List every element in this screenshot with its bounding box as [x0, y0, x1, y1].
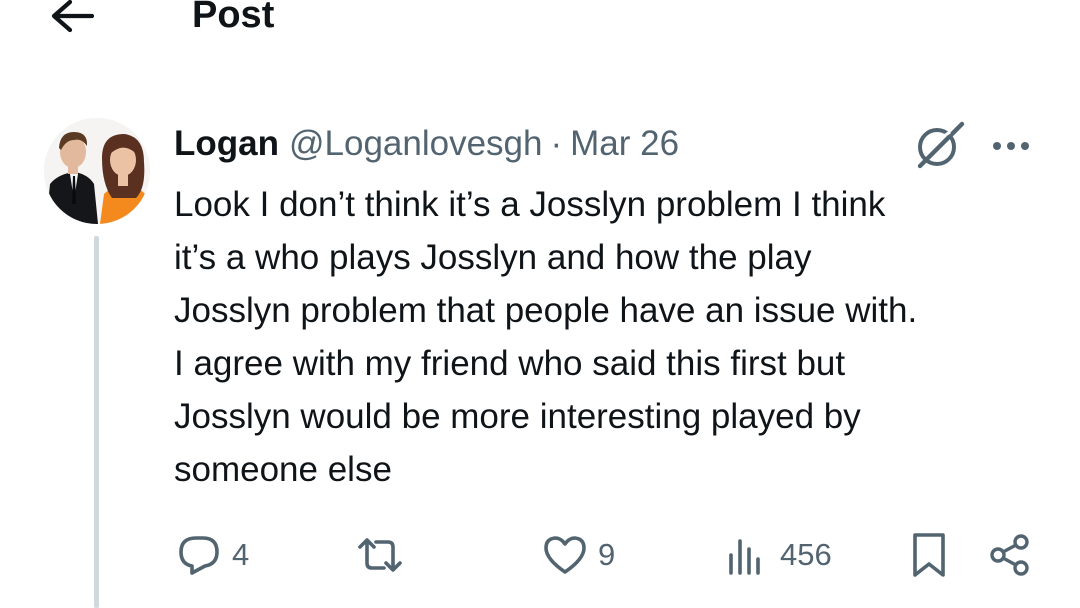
view-count: 456: [780, 537, 832, 572]
reply-count: 4: [232, 537, 250, 572]
views-button[interactable]: 456: [724, 530, 832, 580]
repost-button[interactable]: [354, 530, 416, 580]
post-text-line: someone else: [174, 450, 392, 489]
reply-button[interactable]: 4: [176, 530, 249, 580]
like-button[interactable]: 9: [542, 530, 615, 580]
post-header: Logan @Loganlovesgh · Mar 26: [174, 120, 679, 168]
thread-connector-line: [94, 236, 99, 608]
heart-icon: [544, 536, 586, 574]
like-count: 9: [598, 537, 616, 572]
post-text-line: it’s a who plays Josslyn and how the pla…: [174, 238, 812, 277]
author-name[interactable]: Logan: [174, 124, 279, 163]
repost-icon: [358, 538, 402, 572]
bookmark-icon: [913, 533, 945, 577]
post-text-line: Look I don’t think it’s a Josslyn proble…: [174, 185, 886, 224]
more-horizontal-icon: [993, 142, 1029, 150]
post-text: Look I don’t think it’s a Josslyn proble…: [174, 178, 1044, 496]
bookmark-button[interactable]: [908, 530, 950, 580]
top-bar: Post: [0, 0, 1080, 60]
arrow-left-icon: [51, 0, 95, 33]
share-icon: [990, 534, 1029, 576]
analytics-icon: [729, 539, 760, 575]
post-text-line: Josslyn would be more interesting played…: [174, 397, 861, 436]
grok-button[interactable]: [910, 118, 968, 172]
share-button[interactable]: [988, 530, 1032, 580]
more-options-button[interactable]: [988, 126, 1034, 166]
grok-icon: [917, 121, 965, 169]
avatar[interactable]: [44, 118, 150, 224]
post-text-line: I agree with my friend who said this fir…: [174, 344, 846, 383]
post-date[interactable]: Mar 26: [570, 124, 679, 163]
post-text-line: Josslyn problem that people have an issu…: [174, 291, 918, 330]
avatar-photo: [44, 118, 150, 224]
separator-dot: ·: [550, 124, 563, 163]
back-button[interactable]: [46, 0, 96, 36]
page-title: Post: [192, 0, 275, 36]
reply-icon: [179, 536, 219, 575]
author-handle[interactable]: @Loganlovesgh: [289, 124, 543, 163]
